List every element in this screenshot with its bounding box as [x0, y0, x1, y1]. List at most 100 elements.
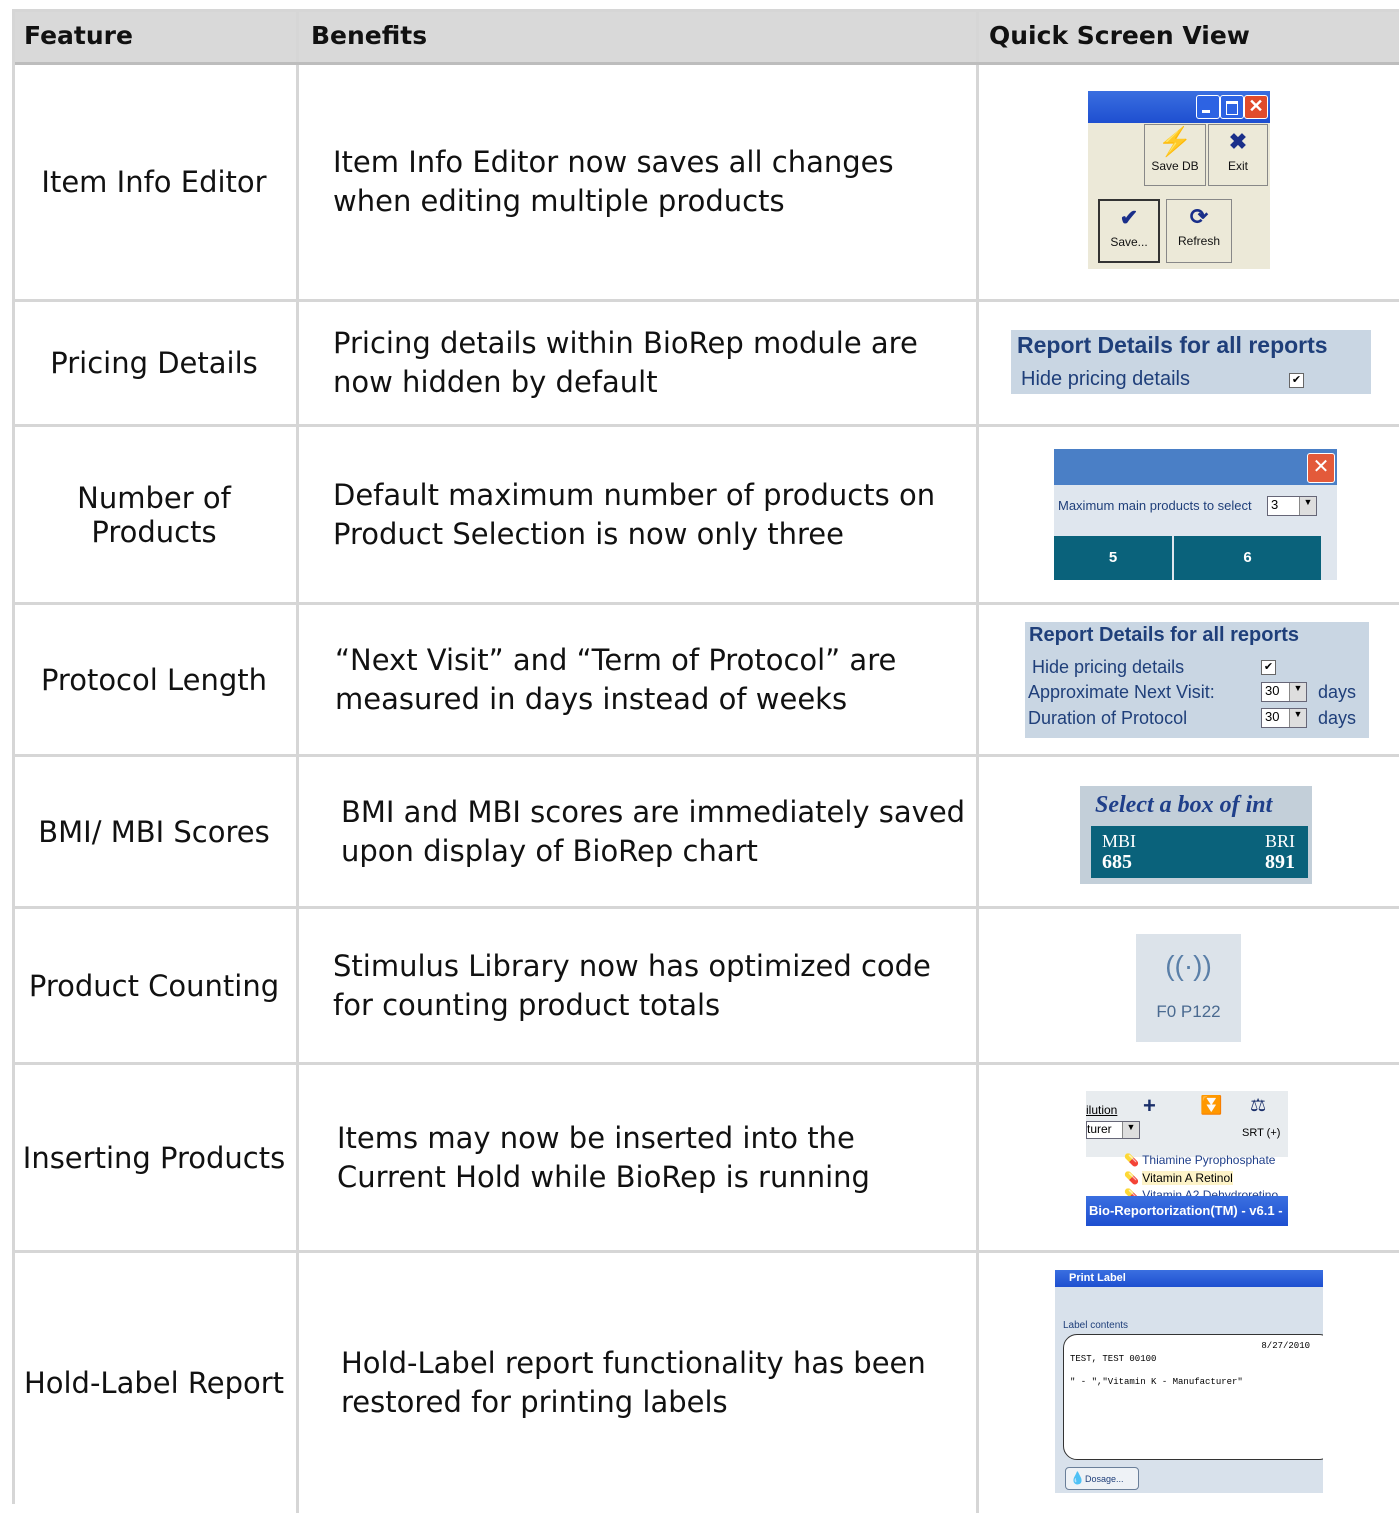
mbi-value: 685	[1102, 851, 1132, 873]
score-box[interactable]: MBI BRI 685 891	[1091, 826, 1308, 878]
droplet-icon: 💧	[1070, 1471, 1085, 1485]
duration-select[interactable]: 30 ▼	[1261, 708, 1307, 728]
screen-view-cell: ✕ Maximum main products to select 3 ▼ 5 6	[979, 427, 1399, 602]
header-quick-view: Quick Screen View	[989, 21, 1250, 50]
next-visit-select[interactable]: 30 ▼	[1261, 682, 1307, 702]
print-label-screenshot: Print Label Label contents 8/27/2010 TES…	[1055, 1270, 1323, 1493]
bmi-screenshot: Select a box of int MBI BRI 685 891	[1080, 786, 1312, 884]
screen-view-cell: ((·)) F0 P122	[979, 909, 1399, 1062]
products-screenshot: ✕ Maximum main products to select 3 ▼ 5 6	[1054, 449, 1337, 580]
table-row: Hold-Label Report Hold-Label report func…	[12, 1253, 1399, 1513]
table-row: BMI/ MBI Scores BMI and MBI scores are i…	[12, 757, 1399, 909]
hide-pricing-label: Hide pricing details	[1021, 368, 1190, 390]
select-box-title: Select a box of int	[1095, 792, 1273, 818]
label-date: 8/27/2010	[1261, 1341, 1310, 1351]
label-line-2: " - ","Vitamin K - Manufacturer"	[1070, 1377, 1243, 1387]
select-value: 30	[1265, 683, 1280, 698]
benefit-cell: BMI and MBI scores are immediately saved…	[299, 757, 979, 906]
title-bar: ✕	[1088, 91, 1270, 123]
counter-text: F0 P122	[1156, 1002, 1221, 1021]
lightning-icon: ⚡	[1157, 126, 1193, 157]
bri-value: 891	[1265, 851, 1295, 873]
save-button[interactable]: ✔ Save...	[1098, 199, 1160, 263]
table-row: Protocol Length “Next Visit” and “Term o…	[12, 605, 1399, 757]
maximize-icon[interactable]	[1220, 95, 1244, 119]
tree-item[interactable]: 💊 Vitamin A Retinol	[1124, 1171, 1233, 1185]
dosage-label: Dosage...	[1084, 1474, 1124, 1484]
chevron-down-icon: ▼	[1289, 683, 1306, 701]
screen-view-cell: Report Details for all reports Hide pric…	[979, 605, 1399, 754]
benefit-cell: Stimulus Library now has optimized code …	[299, 909, 979, 1062]
inserting-screenshot: ilution turer ▼ + ⏬ ⚖ SRT (+) 💊 Thiamine …	[1086, 1091, 1288, 1226]
screen-view-cell: ✕ ⚡ Save DB ✖ Exit ✔ Save... ⟳ Refresh	[979, 65, 1399, 299]
toolbar: ilution turer ▼ + ⏬ ⚖ SRT (+)	[1086, 1091, 1288, 1157]
plus-icon[interactable]: +	[1143, 1093, 1156, 1119]
close-icon[interactable]: ✕	[1244, 95, 1268, 119]
signal-icon: ((·))	[1165, 950, 1212, 981]
select-value: 3	[1271, 497, 1279, 512]
pricing-screenshot: Report Details for all reports Hide pric…	[1011, 330, 1371, 394]
header-feature: Feature	[12, 9, 299, 62]
next-visit-label: Approximate Next Visit:	[1028, 682, 1215, 702]
benefit-cell: Items may now be inserted into the Curre…	[299, 1065, 979, 1250]
screen-view-cell: ilution turer ▼ + ⏬ ⚖ SRT (+) 💊 Thiamine …	[979, 1065, 1399, 1250]
table-row: Number of Products Default maximum numbe…	[12, 427, 1399, 605]
feature-cell: BMI/ MBI Scores	[12, 757, 299, 906]
protocol-screenshot: Report Details for all reports Hide pric…	[1025, 622, 1369, 738]
dosage-button[interactable]: 💧Dosage...	[1065, 1467, 1139, 1490]
print-label-title-bar: Print Label	[1055, 1270, 1323, 1287]
chevron-down-icon: ▼	[1299, 497, 1316, 515]
save-db-label: Save DB	[1151, 159, 1199, 173]
select-value: turer	[1087, 1122, 1112, 1136]
select-value: 30	[1265, 709, 1280, 724]
tree-item-label: Thiamine Pyrophosphate	[1142, 1153, 1276, 1167]
column-6: 6	[1174, 536, 1321, 580]
download-icon[interactable]: ⏬	[1200, 1095, 1222, 1116]
manufacturer-select[interactable]: turer ▼	[1086, 1121, 1140, 1139]
days-label: days	[1318, 708, 1357, 728]
counting-screenshot[interactable]: ((·)) F0 P122	[1136, 934, 1241, 1042]
close-icon[interactable]: ✕	[1307, 453, 1335, 483]
title-bar: ✕	[1054, 449, 1337, 485]
srt-label: SRT (+)	[1242, 1127, 1281, 1139]
max-products-select[interactable]: 3 ▼	[1267, 496, 1317, 516]
refresh-icon: ⟳	[1189, 204, 1209, 229]
benefit-cell: Hold-Label report functionality has been…	[299, 1253, 979, 1513]
save-db-button[interactable]: ⚡ Save DB	[1144, 124, 1206, 186]
minimize-icon[interactable]	[1196, 95, 1220, 119]
exit-button[interactable]: ✖ Exit	[1208, 124, 1268, 186]
benefit-cell: Pricing details within BioRep module are…	[299, 302, 979, 424]
chevron-down-icon: ▼	[1289, 709, 1306, 727]
scale-icon[interactable]: ⚖	[1250, 1095, 1266, 1116]
chevron-down-icon: ▼	[1122, 1122, 1139, 1138]
table-header: Feature Benefits Quick Screen View	[12, 9, 1399, 65]
label-line-1: TEST, TEST 00100	[1070, 1354, 1157, 1364]
tree-item[interactable]: 💊 Thiamine Pyrophosphate	[1124, 1153, 1275, 1167]
screen-view-cell: Report Details for all reports Hide pric…	[979, 302, 1399, 424]
table-left-border	[12, 9, 15, 1504]
checkmark-icon: ✔	[1119, 205, 1139, 230]
x-icon: ✖	[1228, 129, 1248, 154]
feature-cell: Inserting Products	[12, 1065, 299, 1250]
benefit-cell: Item Info Editor now saves all changes w…	[299, 65, 979, 299]
days-label: days	[1318, 682, 1357, 702]
mbi-label: MBI	[1102, 831, 1137, 851]
report-details-title: Report Details for all reports	[1029, 624, 1300, 646]
benefit-cell: Default maximum number of products on Pr…	[299, 427, 979, 602]
feature-cell: Pricing Details	[12, 302, 299, 424]
header-benefits: Benefits	[299, 9, 979, 62]
label-contents-textarea[interactable]: 8/27/2010 TEST, TEST 00100 " - ","Vitami…	[1063, 1334, 1323, 1460]
hide-pricing-checkbox[interactable]: ✔	[1261, 660, 1276, 675]
hide-pricing-checkbox[interactable]: ✔	[1289, 373, 1304, 388]
max-products-label: Maximum main products to select	[1058, 498, 1252, 513]
table-row: Pricing Details Pricing details within B…	[12, 302, 1399, 427]
table-row: Item Info Editor Item Info Editor now sa…	[12, 65, 1399, 302]
feature-cell: Protocol Length	[12, 605, 299, 754]
refresh-button[interactable]: ⟳ Refresh	[1166, 199, 1232, 263]
benefit-cell: “Next Visit” and “Term of Protocol” are …	[299, 605, 979, 754]
save-label: Save...	[1110, 235, 1148, 249]
bri-label: BRI	[1264, 831, 1295, 851]
feature-cell: Item Info Editor	[12, 65, 299, 299]
label-contents-label: Label contents	[1063, 1320, 1129, 1331]
tree-item-label: Vitamin A Retinol	[1142, 1171, 1233, 1185]
